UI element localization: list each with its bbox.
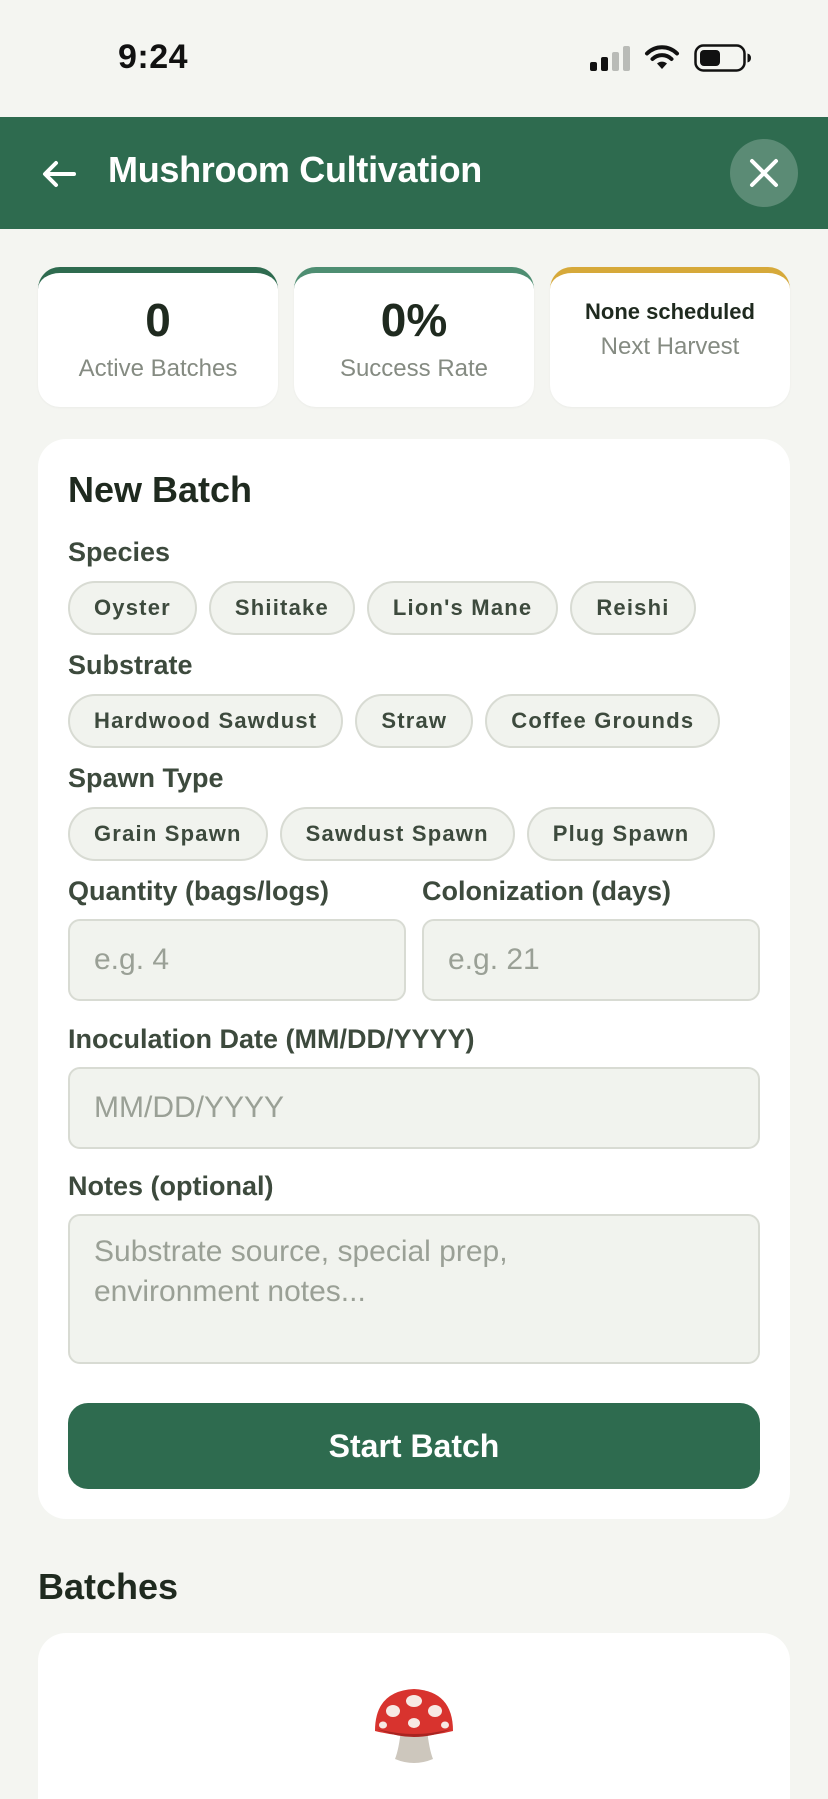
status-icons <box>590 44 752 72</box>
spawn-type-label: Spawn Type <box>68 763 224 793</box>
spawn-chip-grain[interactable]: Grain Spawn <box>68 807 268 861</box>
batches-heading: Batches <box>38 1566 179 1607</box>
substrate-chip-row: Hardwood Sawdust Straw Coffee Grounds <box>68 694 760 750</box>
species-chip-reishi[interactable]: Reishi <box>570 581 696 635</box>
start-batch-button[interactable]: Start Batch <box>68 1403 760 1489</box>
back-button[interactable] <box>38 153 80 195</box>
quantity-label: Quantity (bags/logs) <box>68 876 330 906</box>
status-bar: 9:24 <box>0 0 828 117</box>
substrate-chip-coffee-grounds[interactable]: Coffee Grounds <box>485 694 721 748</box>
mushroom-icon <box>371 1683 457 1772</box>
close-button[interactable] <box>730 139 798 207</box>
next-harvest-value: None scheduled <box>585 299 755 324</box>
stat-card-next-harvest: None scheduled Next Harvest <box>550 267 790 407</box>
inoculation-date-input[interactable] <box>68 1067 760 1149</box>
wifi-icon <box>644 45 680 71</box>
spawn-type-chip-row: Grain Spawn Sawdust Spawn Plug Spawn <box>68 807 760 863</box>
substrate-chip-hardwood-sawdust[interactable]: Hardwood Sawdust <box>68 694 344 748</box>
stat-card-active-batches: 0 Active Batches <box>38 267 278 407</box>
active-batches-label: Active Batches <box>78 355 238 382</box>
status-time: 9:24 <box>118 38 189 76</box>
next-harvest-label: Next Harvest <box>600 333 740 360</box>
success-rate-value: 0% <box>380 294 448 346</box>
stats-row: 0 Active Batches 0% Success Rate None sc… <box>38 267 790 407</box>
active-batches-value: 0 <box>145 294 171 346</box>
species-label: Species <box>68 537 171 567</box>
arrow-left-icon <box>43 161 76 187</box>
success-rate-label: Success Rate <box>339 355 489 382</box>
notes-label: Notes (optional) <box>68 1171 274 1201</box>
inoculation-date-label: Inoculation Date (MM/DD/YYYY) <box>68 1024 475 1054</box>
stat-card-success-rate: 0% Success Rate <box>294 267 534 407</box>
page-title: Mushroom Cultivation <box>108 149 482 190</box>
species-chip-row: Oyster Shiitake Lion's Mane Reishi <box>68 581 760 637</box>
cellular-signal-icon <box>590 45 630 71</box>
species-chip-oyster[interactable]: Oyster <box>68 581 197 635</box>
new-batch-form: New Batch Species Oyster Shiitake Lion's M… <box>38 439 790 1519</box>
close-icon <box>750 159 778 187</box>
notes-textarea[interactable] <box>68 1214 760 1364</box>
form-title: New Batch <box>68 469 253 510</box>
spawn-chip-sawdust[interactable]: Sawdust Spawn <box>279 807 515 861</box>
substrate-label: Substrate <box>68 650 193 680</box>
quantity-input[interactable] <box>68 919 406 1001</box>
app-header: Mushroom Cultivation <box>0 117 828 229</box>
spawn-chip-plug[interactable]: Plug Spawn <box>526 807 716 861</box>
battery-icon <box>694 44 752 72</box>
species-chip-shiitake[interactable]: Shiitake <box>208 581 355 635</box>
colonization-input[interactable] <box>422 919 760 1001</box>
species-chip-lions-mane[interactable]: Lion's Mane <box>366 581 559 635</box>
colonization-label: Colonization (days) <box>422 876 671 906</box>
batches-empty-state <box>38 1633 790 1799</box>
substrate-chip-straw[interactable]: Straw <box>355 694 474 748</box>
